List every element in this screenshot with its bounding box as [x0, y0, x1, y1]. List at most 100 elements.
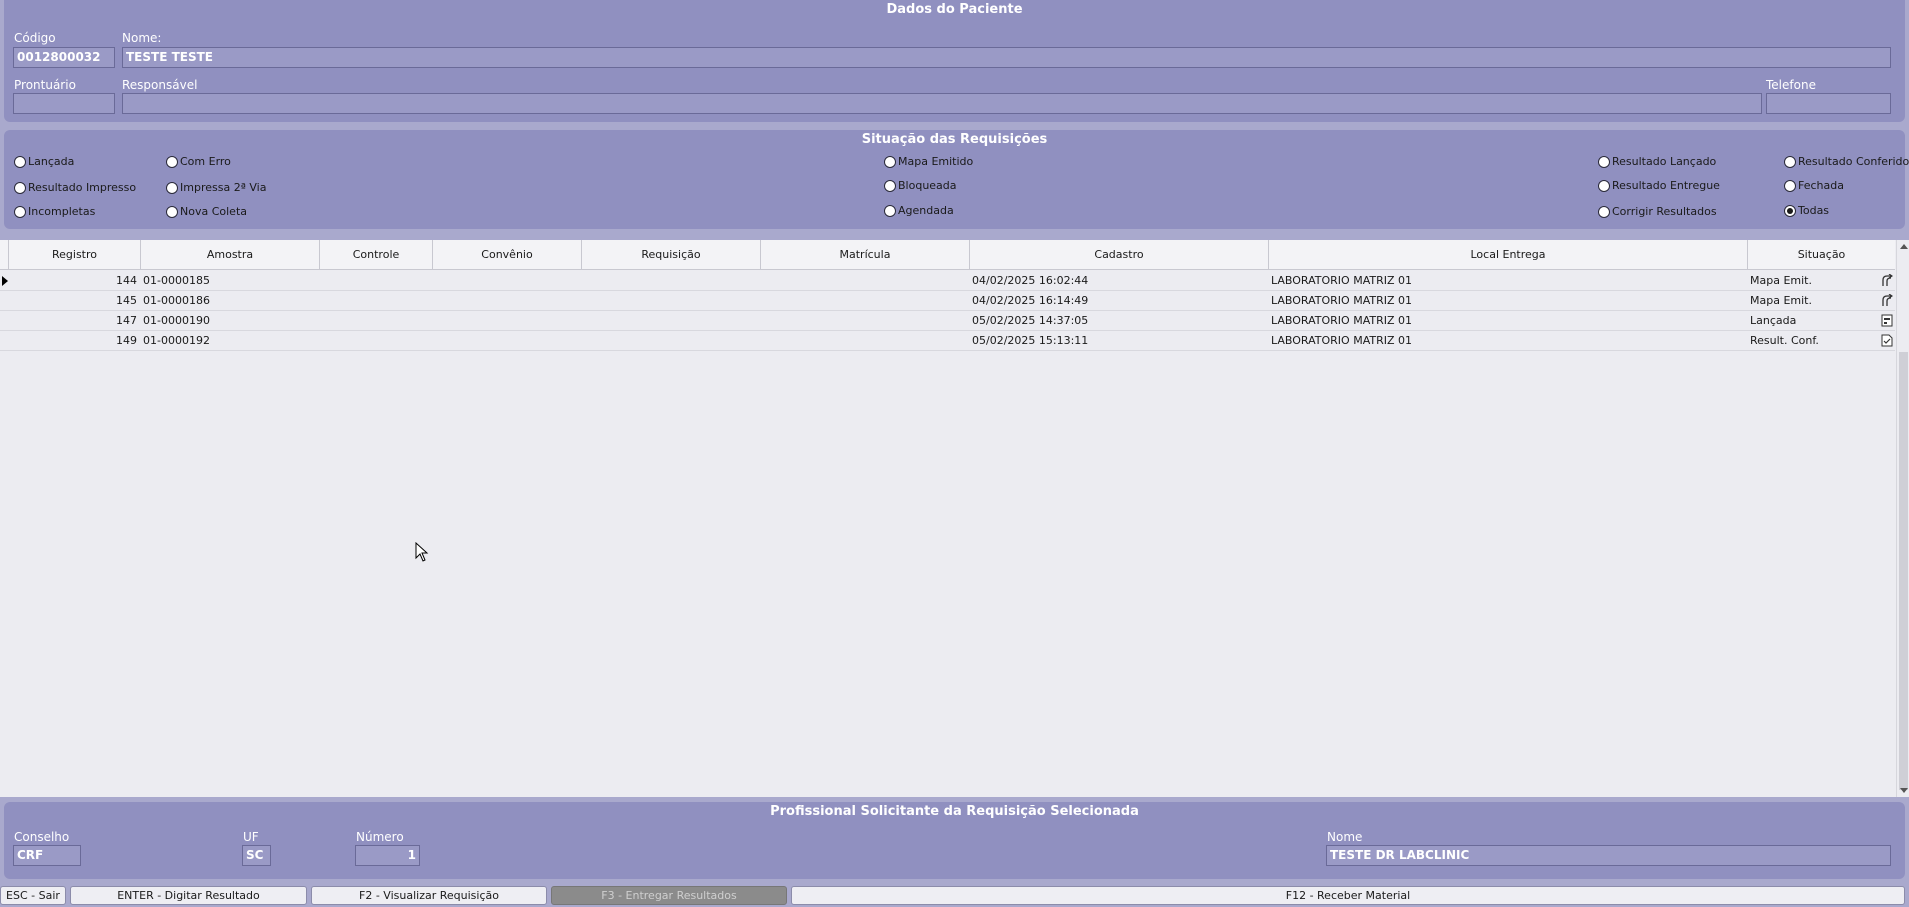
cell-controle — [322, 271, 432, 291]
col-local-entrega[interactable]: Local Entrega — [1269, 240, 1748, 270]
radio-dot-1 — [14, 181, 26, 194]
prontuario-label: Prontuário — [14, 78, 76, 92]
cell-convenio — [435, 291, 581, 311]
cell-requisicao — [584, 271, 760, 291]
cell-matricula — [763, 271, 969, 291]
prontuario-field[interactable] — [13, 93, 115, 114]
col-situacao[interactable]: Situação — [1748, 240, 1895, 270]
enter-enter-result-button[interactable]: ENTER - Digitar Resultado — [70, 886, 307, 905]
status-filter-title: Situação das Requisições — [861, 132, 1048, 147]
radio-agendada[interactable]: Agendada — [884, 204, 954, 217]
uf-label: UF — [243, 830, 259, 844]
cell-convenio — [435, 331, 581, 351]
radio-mapa-emitido[interactable]: Mapa Emitido — [884, 155, 973, 168]
grid-header: Registro Amostra Controle Convênio Requi… — [0, 240, 1895, 270]
telefone-field[interactable] — [1766, 93, 1891, 114]
scroll-thumb[interactable] — [1899, 352, 1908, 790]
responsavel-field[interactable] — [122, 93, 1762, 114]
grid-header-indicator — [0, 240, 9, 270]
numero-field[interactable]: 1 — [355, 845, 420, 866]
f12-receive-material-button[interactable]: F12 - Receber Material — [791, 886, 1905, 905]
esc-exit-button[interactable]: ESC - Sair — [0, 886, 66, 905]
table-row[interactable]: 145 01-0000186 04/02/2025 16:14:49 LABORATO… — [0, 291, 1895, 311]
cell-requisicao — [584, 291, 760, 311]
radio-todas[interactable]: Todas — [1784, 204, 1829, 217]
cell-registro: 149 — [116, 334, 137, 347]
cell-amostra: 01-0000190 — [143, 314, 210, 327]
uf-field[interactable]: SC — [242, 845, 271, 866]
radio-com-erro[interactable]: Com Erro — [166, 155, 231, 168]
col-cadastro[interactable]: Cadastro — [970, 240, 1269, 270]
cell-registro: 147 — [116, 314, 137, 327]
function-key-bar: ESC - Sair ENTER - Digitar Resultado F2 … — [0, 884, 1909, 907]
requester-panel-title: Profissional Solicitante da Requisição S… — [770, 804, 1139, 819]
cell-local: LABORATORIO MATRIZ 01 — [1271, 294, 1413, 307]
requisitions-grid: Registro Amostra Controle Convênio Requi… — [0, 240, 1909, 797]
table-row[interactable]: 147 01-0000190 05/02/2025 14:37:05 LABORATO… — [0, 311, 1895, 331]
radio-dot-2 — [14, 205, 26, 218]
radio-resultado-lancado[interactable]: Resultado Lançado — [1598, 155, 1716, 168]
radio-nova-coleta[interactable]: Nova Coleta — [166, 205, 247, 218]
cell-matricula — [763, 291, 969, 311]
radio-resultado-entregue[interactable]: Resultado Entregue — [1598, 179, 1720, 192]
radio-dot-13 — [1784, 179, 1796, 192]
radio-dot-0 — [14, 155, 26, 168]
radio-dot-10 — [1598, 179, 1610, 192]
branch-icon — [1881, 293, 1894, 307]
cell-requisicao — [584, 311, 760, 331]
scroll-down-icon[interactable] — [1900, 788, 1908, 793]
radio-resultado-impresso[interactable]: Resultado Impresso — [14, 181, 136, 194]
mouse-cursor-icon — [415, 542, 429, 562]
radio-incompletas[interactable]: Incompletas — [14, 205, 95, 218]
radio-dot-3 — [166, 155, 178, 168]
col-convenio[interactable]: Convênio — [433, 240, 582, 270]
col-registro[interactable]: Registro — [9, 240, 141, 270]
cell-situacao: Mapa Emit. — [1750, 274, 1812, 287]
col-amostra[interactable]: Amostra — [141, 240, 320, 270]
radio-lancada[interactable]: Lançada — [14, 155, 74, 168]
nome-field[interactable]: TESTE TESTE — [122, 47, 1891, 68]
cell-situacao: Result. Conf. — [1750, 334, 1819, 347]
cell-amostra: 01-0000186 — [143, 294, 210, 307]
radio-dot-12 — [1784, 155, 1796, 168]
radio-dot-9 — [1598, 155, 1610, 168]
status-filter-panel: Situação das Requisições Lançada Resulta… — [4, 130, 1909, 229]
f2-view-requisition-button[interactable]: F2 - Visualizar Requisição — [311, 886, 547, 905]
radio-dot-11 — [1598, 205, 1610, 218]
patient-panel-title: Dados do Paciente — [886, 2, 1023, 17]
radio-resultado-conferido[interactable]: Resultado Conferido — [1784, 155, 1909, 168]
codigo-field[interactable]: 0012800032 — [13, 47, 115, 68]
cell-cadastro: 04/02/2025 16:02:44 — [972, 274, 1089, 287]
cell-local: LABORATORIO MATRIZ 01 — [1271, 314, 1413, 327]
telefone-label: Telefone — [1766, 78, 1816, 92]
col-controle[interactable]: Controle — [320, 240, 433, 270]
radio-dot-5 — [166, 205, 178, 218]
radio-corrigir-resultados[interactable]: Corrigir Resultados — [1598, 205, 1717, 218]
table-row[interactable]: 149 01-0000192 05/02/2025 15:13:11 LABORATO… — [0, 331, 1895, 351]
requester-nome-field[interactable]: TESTE DR LABCLINIC — [1326, 845, 1891, 866]
numero-label: Número — [356, 830, 404, 844]
radio-bloqueada[interactable]: Bloqueada — [884, 179, 957, 192]
cell-controle — [322, 291, 432, 311]
radio-impressa-2a-via[interactable]: Impressa 2ª Via — [166, 181, 266, 194]
cell-local: LABORATORIO MATRIZ 01 — [1271, 274, 1413, 287]
cell-matricula — [763, 331, 969, 351]
radio-dot-8 — [884, 204, 896, 217]
conselho-label: Conselho — [14, 830, 70, 844]
f3-deliver-results-button[interactable]: F3 - Entregar Resultados — [551, 886, 787, 905]
requester-panel: Profissional Solicitante da Requisição S… — [4, 802, 1905, 879]
col-matricula[interactable]: Matrícula — [761, 240, 970, 270]
conselho-field[interactable]: CRF — [13, 845, 81, 866]
cell-local: LABORATORIO MATRIZ 01 — [1271, 334, 1413, 347]
row-selector-icon — [2, 276, 8, 286]
radio-fechada[interactable]: Fechada — [1784, 179, 1844, 192]
grid-scrollbar[interactable] — [1896, 240, 1909, 797]
scroll-up-icon[interactable] — [1900, 244, 1908, 249]
table-row[interactable]: 144 01-0000185 04/02/2025 16:02:44 LABORATO… — [0, 271, 1895, 291]
cell-registro: 145 — [116, 294, 137, 307]
cell-controle — [322, 311, 432, 331]
radio-dot-6 — [884, 155, 896, 168]
col-requisicao[interactable]: Requisição — [582, 240, 761, 270]
patient-panel: Dados do Paciente Código 0012800032 Nome… — [4, 0, 1905, 122]
cell-cadastro: 04/02/2025 16:14:49 — [972, 294, 1089, 307]
